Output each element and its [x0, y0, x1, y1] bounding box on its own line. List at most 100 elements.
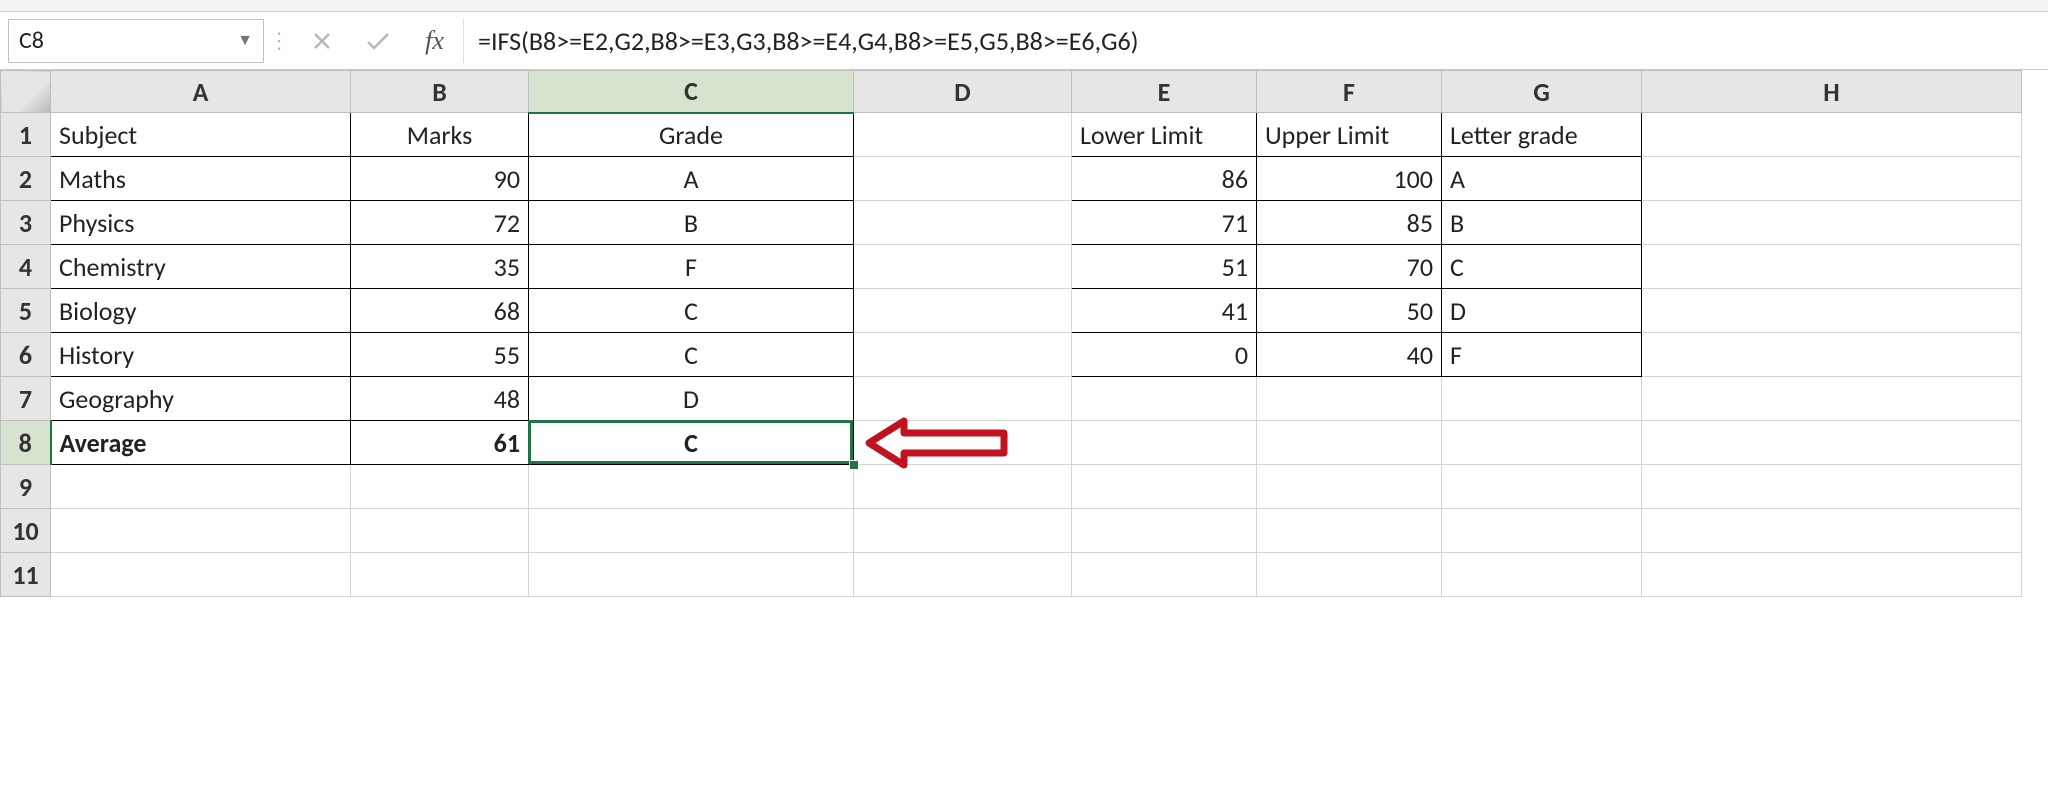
cell-B3[interactable]: 72: [351, 201, 529, 245]
row-header-4[interactable]: 4: [1, 245, 51, 289]
cell-A11[interactable]: [51, 553, 351, 597]
select-all-corner[interactable]: [1, 71, 51, 113]
cell-D4[interactable]: [854, 245, 1072, 289]
col-header-G[interactable]: G: [1442, 71, 1642, 113]
cell-D6[interactable]: [854, 333, 1072, 377]
cell-B6[interactable]: 55: [351, 333, 529, 377]
cell-A9[interactable]: [51, 465, 351, 509]
cell-C5[interactable]: C: [529, 289, 854, 333]
cell-D1[interactable]: [854, 113, 1072, 157]
cell-B11[interactable]: [351, 553, 529, 597]
cell-C3[interactable]: B: [529, 201, 854, 245]
cell-F8[interactable]: [1257, 421, 1442, 465]
cell-D5[interactable]: [854, 289, 1072, 333]
cell-G1[interactable]: Letter grade: [1442, 113, 1642, 157]
row-header-2[interactable]: 2: [1, 157, 51, 201]
cell-D7[interactable]: [854, 377, 1072, 421]
cell-G3[interactable]: B: [1442, 201, 1642, 245]
cell-C10[interactable]: [529, 509, 854, 553]
row-header-9[interactable]: 9: [1, 465, 51, 509]
row-header-1[interactable]: 1: [1, 113, 51, 157]
cell-A2[interactable]: Maths: [51, 157, 351, 201]
cell-F9[interactable]: [1257, 465, 1442, 509]
name-box[interactable]: C8 ▼: [8, 19, 264, 63]
cell-D9[interactable]: [854, 465, 1072, 509]
cell-E5[interactable]: 41: [1072, 289, 1257, 333]
cell-H9[interactable]: [1642, 465, 2022, 509]
col-header-H[interactable]: H: [1642, 71, 2022, 113]
cell-H11[interactable]: [1642, 553, 2022, 597]
cell-E9[interactable]: [1072, 465, 1257, 509]
cell-B2[interactable]: 90: [351, 157, 529, 201]
cell-C9[interactable]: [529, 465, 854, 509]
cell-F10[interactable]: [1257, 509, 1442, 553]
formula-input[interactable]: =IFS(B8>=E2,G2,B8>=E3,G3,B8>=E4,G4,B8>=E…: [464, 19, 2040, 63]
cancel-icon[interactable]: [294, 19, 350, 63]
cell-E2[interactable]: 86: [1072, 157, 1257, 201]
row-header-3[interactable]: 3: [1, 201, 51, 245]
cell-G10[interactable]: [1442, 509, 1642, 553]
cell-E11[interactable]: [1072, 553, 1257, 597]
cell-C8[interactable]: C: [529, 421, 854, 465]
cell-D8[interactable]: [854, 421, 1072, 465]
col-header-C[interactable]: C: [529, 71, 854, 113]
cell-G8[interactable]: [1442, 421, 1642, 465]
cell-C7[interactable]: D: [529, 377, 854, 421]
cell-G6[interactable]: F: [1442, 333, 1642, 377]
cell-B8[interactable]: 61: [351, 421, 529, 465]
cell-H4[interactable]: [1642, 245, 2022, 289]
col-header-E[interactable]: E: [1072, 71, 1257, 113]
cell-C4[interactable]: F: [529, 245, 854, 289]
cell-C2[interactable]: A: [529, 157, 854, 201]
cell-H8[interactable]: [1642, 421, 2022, 465]
cell-D3[interactable]: [854, 201, 1072, 245]
cell-C11[interactable]: [529, 553, 854, 597]
enter-icon[interactable]: [350, 19, 406, 63]
col-header-B[interactable]: B: [351, 71, 529, 113]
cell-D11[interactable]: [854, 553, 1072, 597]
cell-D2[interactable]: [854, 157, 1072, 201]
cell-A7[interactable]: Geography: [51, 377, 351, 421]
cell-C1[interactable]: Grade: [529, 113, 854, 157]
cell-E7[interactable]: [1072, 377, 1257, 421]
cell-F11[interactable]: [1257, 553, 1442, 597]
name-box-dropdown-icon[interactable]: ▼: [237, 31, 253, 50]
cell-A5[interactable]: Biology: [51, 289, 351, 333]
cell-B7[interactable]: 48: [351, 377, 529, 421]
cell-A10[interactable]: [51, 509, 351, 553]
cell-F2[interactable]: 100: [1257, 157, 1442, 201]
cell-F5[interactable]: 50: [1257, 289, 1442, 333]
col-header-F[interactable]: F: [1257, 71, 1442, 113]
cell-A4[interactable]: Chemistry: [51, 245, 351, 289]
cell-D10[interactable]: [854, 509, 1072, 553]
cell-C6[interactable]: C: [529, 333, 854, 377]
cell-F7[interactable]: [1257, 377, 1442, 421]
cell-A6[interactable]: History: [51, 333, 351, 377]
cell-B5[interactable]: 68: [351, 289, 529, 333]
row-header-10[interactable]: 10: [1, 509, 51, 553]
cell-H7[interactable]: [1642, 377, 2022, 421]
cell-G5[interactable]: D: [1442, 289, 1642, 333]
cell-B10[interactable]: [351, 509, 529, 553]
cell-E6[interactable]: 0: [1072, 333, 1257, 377]
cell-E3[interactable]: 71: [1072, 201, 1257, 245]
cell-B9[interactable]: [351, 465, 529, 509]
cell-B1[interactable]: Marks: [351, 113, 529, 157]
cell-A8[interactable]: Average: [51, 421, 351, 465]
cell-G7[interactable]: [1442, 377, 1642, 421]
cell-G11[interactable]: [1442, 553, 1642, 597]
row-header-7[interactable]: 7: [1, 377, 51, 421]
row-header-5[interactable]: 5: [1, 289, 51, 333]
cell-F4[interactable]: 70: [1257, 245, 1442, 289]
cell-E10[interactable]: [1072, 509, 1257, 553]
cell-B4[interactable]: 35: [351, 245, 529, 289]
cell-E8[interactable]: [1072, 421, 1257, 465]
cell-H10[interactable]: [1642, 509, 2022, 553]
col-header-A[interactable]: A: [51, 71, 351, 113]
cell-H5[interactable]: [1642, 289, 2022, 333]
spreadsheet-grid[interactable]: A B C D E F G H 1 Subject Marks Grade Lo…: [0, 70, 2022, 597]
cell-H1[interactable]: [1642, 113, 2022, 157]
cell-G4[interactable]: C: [1442, 245, 1642, 289]
cell-G2[interactable]: A: [1442, 157, 1642, 201]
cell-F3[interactable]: 85: [1257, 201, 1442, 245]
